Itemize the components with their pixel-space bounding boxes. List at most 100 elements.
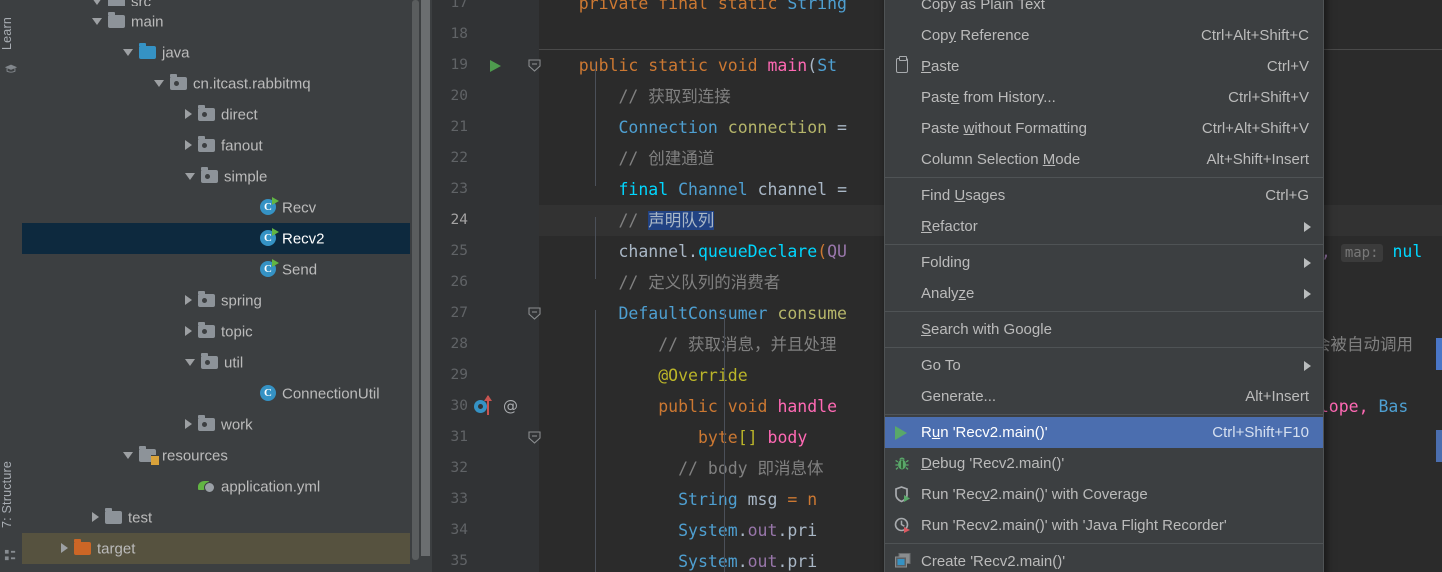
tree-item-recv[interactable]: C Recv (22, 192, 420, 223)
line-number: 31 (450, 429, 468, 445)
chevron-right-icon[interactable] (61, 543, 68, 554)
tree-item-test[interactable]: test (22, 502, 420, 533)
menu-item-label: Paste without Formatting (921, 120, 1087, 137)
gutter-line: 25 (432, 236, 539, 267)
tree-item-simple[interactable]: simple (22, 161, 420, 192)
gutter-method-marker-icon[interactable] (474, 400, 487, 413)
project-tree[interactable]: srcmainjavacn.itcast.rabbitmqdirectfanou… (22, 0, 420, 564)
splitter-handle[interactable] (421, 0, 430, 556)
chevron-down-icon[interactable] (154, 79, 164, 87)
menu-item-copy-as-plain-text[interactable]: Copy as Plain Text (885, 0, 1323, 20)
line-number: 24 (450, 212, 468, 228)
tree-item-main[interactable]: main (22, 6, 420, 37)
chevron-right-icon[interactable] (92, 512, 99, 523)
chevron-right-icon[interactable] (185, 419, 192, 430)
code-line: // 创建通道 (539, 143, 714, 174)
chevron-right-icon (1304, 258, 1311, 268)
line-number: 19 (450, 57, 468, 73)
code-token: ( (807, 56, 818, 75)
tree-item-application-yml[interactable]: application.yml (22, 471, 420, 502)
menu-item-paste-from-history[interactable]: Paste from History... Ctrl+Shift+V (885, 82, 1323, 113)
menu-item-go-to[interactable]: Go To (885, 350, 1323, 381)
project-tree-scrollbar-thumb[interactable] (412, 0, 419, 560)
menu-item-debug-recv2-main[interactable]: Debug 'Recv2.main()' (885, 448, 1323, 479)
code-token: 声明队列 (648, 211, 715, 230)
gutter-line: 32 (432, 453, 539, 484)
code-token: // 获取到连接 (618, 87, 731, 106)
tree-item-java[interactable]: java (22, 37, 420, 68)
code-line-tail-comment: 会被自动调用 (1314, 335, 1413, 354)
tree-item-spring[interactable]: spring (22, 285, 420, 316)
chevron-down-icon[interactable] (92, 17, 102, 25)
project-tool-window[interactable]: srcmainjavacn.itcast.rabbitmqdirectfanou… (22, 0, 420, 572)
chevron-down-icon[interactable] (185, 172, 195, 180)
tree-item-recv2[interactable]: C Recv2 (22, 223, 420, 254)
code-token: = (837, 118, 847, 137)
tool-tab-structure[interactable]: 7: Structure (0, 450, 22, 538)
tree-item-connectionutil[interactable]: C ConnectionUtil (22, 378, 420, 409)
chevron-down-icon[interactable] (185, 358, 195, 366)
menu-item-search-with-google[interactable]: Search with Google (885, 314, 1323, 345)
tree-item-util[interactable]: util (22, 347, 420, 378)
gutter-annotation-icon[interactable]: @ (502, 398, 519, 415)
menu-item-paste-without-formatting[interactable]: Paste without Formatting Ctrl+Alt+Shift+V (885, 113, 1323, 144)
chevron-right-icon[interactable] (185, 109, 192, 120)
tool-tab-learn[interactable]: Learn (0, 2, 22, 66)
chevron-right-icon[interactable] (185, 295, 192, 306)
tree-item-work[interactable]: work (22, 409, 420, 440)
chevron-down-icon[interactable] (92, 0, 102, 5)
menu-item-analyze[interactable]: Analyze (885, 278, 1323, 309)
tree-item-fanout[interactable]: fanout (22, 130, 420, 161)
menu-item-run-recv2-main-with-coverage[interactable]: Run 'Recv2.main()' with Coverage (885, 479, 1323, 510)
chevron-right-icon[interactable] (185, 140, 192, 151)
menu-item-folding[interactable]: Folding (885, 247, 1323, 278)
menu-item-generate[interactable]: Generate... Alt+Insert (885, 381, 1323, 412)
menu-item-run-recv2-main-with-java-flight-recorder[interactable]: Run 'Recv2.main()' with 'Java Flight Rec… (885, 510, 1323, 541)
menu-item-refactor[interactable]: Refactor (885, 211, 1323, 242)
gutter-overriding-method-icon[interactable] (484, 395, 492, 415)
menu-item-find-usages[interactable]: Find Usages Ctrl+G (885, 180, 1323, 211)
menu-item-shortcut: Alt+Shift+Insert (1206, 151, 1309, 168)
code-token: public static void (578, 56, 768, 75)
code-line: public void handle (539, 391, 837, 422)
code-line: private final static String (539, 0, 847, 19)
tree-item-direct[interactable]: direct (22, 99, 420, 130)
line-number: 33 (450, 491, 468, 507)
folder-icon (139, 445, 159, 465)
code-token: Connection (618, 118, 728, 137)
gutter-line: 27 (432, 298, 541, 329)
chevron-right-icon[interactable] (185, 326, 192, 337)
menu-item-paste[interactable]: Paste Ctrl+V (885, 51, 1323, 82)
java-class-icon: C (260, 385, 276, 402)
menu-item-column-selection-mode[interactable]: Column Selection Mode Alt+Shift+Insert (885, 144, 1323, 175)
tree-item-label: util (224, 354, 244, 372)
menu-item-copy-reference[interactable]: Copy Reference Ctrl+Alt+Shift+C (885, 20, 1323, 51)
indent-guide (724, 310, 725, 572)
chevron-down-icon[interactable] (123, 48, 133, 56)
tree-item-label: resources (162, 447, 228, 465)
chevron-right-icon (1304, 222, 1311, 232)
tree-item-send[interactable]: C Send (22, 254, 420, 285)
gutter-run-icon[interactable] (490, 60, 501, 72)
line-number: 30 (450, 398, 468, 414)
project-editor-splitter[interactable] (420, 0, 432, 572)
menu-separator (885, 311, 1323, 312)
editor-marker-selection (1436, 430, 1442, 462)
tree-item-cn-itcast-rabbitmq[interactable]: cn.itcast.rabbitmq (22, 68, 420, 99)
chevron-down-icon[interactable] (123, 451, 133, 459)
tree-item-resources[interactable]: resources (22, 440, 420, 471)
menu-item-run-recv2-main[interactable]: Run 'Recv2.main()' Ctrl+Shift+F10 (885, 417, 1323, 448)
tree-item-target[interactable]: target (22, 533, 420, 564)
code-line: // 定义队列的消费者 (539, 267, 780, 298)
menu-item-create-recv2-main[interactable]: Create 'Recv2.main()' (885, 546, 1323, 572)
code-line: // 获取到连接 (539, 81, 731, 112)
editor-marker-selection (1436, 338, 1442, 370)
editor-context-menu[interactable]: Copy as Plain Text Copy Reference Ctrl+Alt… (884, 0, 1324, 572)
tree-item-topic[interactable]: topic (22, 316, 420, 347)
menu-separator (885, 543, 1323, 544)
editor-gutter[interactable]: 17 18 19 20 21 22 23 24 25 26 27 28 29 30 @31 32 33 34 35 3… (432, 0, 541, 572)
code-line: DefaultConsumer consume (539, 298, 847, 329)
project-tree-scrollbar[interactable] (410, 0, 420, 572)
